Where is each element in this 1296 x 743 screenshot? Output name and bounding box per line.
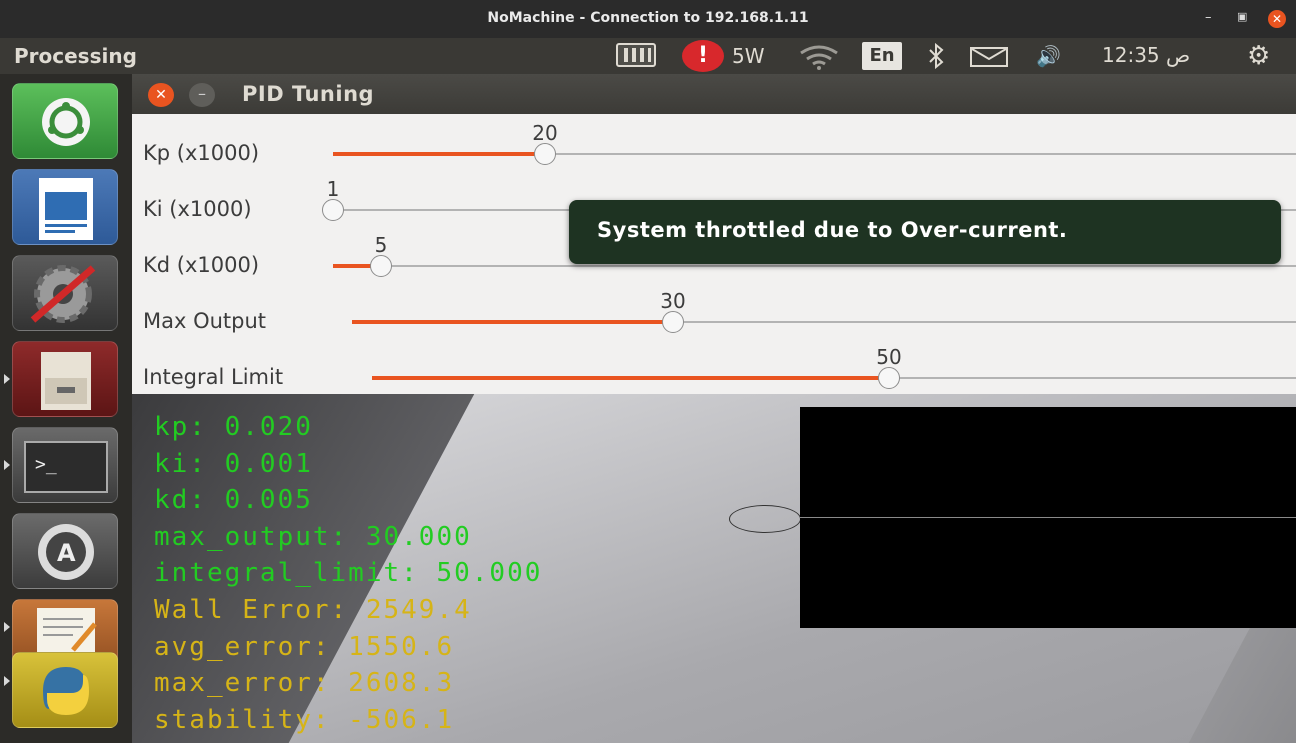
telemetry-error-line: stability: -506.1 <box>154 705 455 735</box>
power-gear-icon[interactable]: ⚙ <box>1247 41 1270 71</box>
svg-text:>_: >_ <box>35 454 57 475</box>
nomachine-titlebar: NoMachine - Connection to 192.168.1.11 –… <box>0 0 1296 38</box>
pid-window-title: PID Tuning <box>242 82 375 106</box>
clock[interactable]: 12:35 ص <box>1102 43 1190 67</box>
nomachine-title: NoMachine - Connection to 192.168.1.11 <box>487 10 809 26</box>
maximize-window-button[interactable]: ▣ <box>1237 10 1247 23</box>
top-panel: Processing ! 5W En 🔊 12:35 ص ⚙ <box>0 38 1296 74</box>
telemetry-error-line: avg_error: 1550.6 <box>154 632 455 662</box>
terminal-icon[interactable]: >_ <box>12 427 118 503</box>
notification-bubble: System throttled due to Over-current. <box>569 200 1281 264</box>
mail-icon[interactable] <box>970 47 1008 67</box>
telemetry-param-line: ki: 0.001 <box>154 449 313 479</box>
svg-text:A: A <box>57 539 76 567</box>
slider-label: Ki (x1000) <box>143 197 252 221</box>
slider-handle[interactable] <box>662 311 684 333</box>
telemetry-error-line: Wall Error: 2549.4 <box>154 595 472 625</box>
slider-label: Kd (x1000) <box>143 253 260 277</box>
telemetry-error-line: max_error: 2608.3 <box>154 668 455 698</box>
floor-marker <box>729 505 801 533</box>
system-settings-icon[interactable] <box>12 255 118 331</box>
active-app-name: Processing <box>14 44 137 68</box>
slider-handle[interactable] <box>322 199 344 221</box>
volume-icon[interactable]: 🔊 <box>1036 44 1061 68</box>
slider-track[interactable]: 20 <box>333 121 1296 165</box>
slider-value: 1 <box>326 177 340 201</box>
power-usage-label: 5W <box>732 44 765 68</box>
slider-value: 30 <box>660 289 686 313</box>
plot-panel <box>800 407 1296 628</box>
notification-text: System throttled due to Over-current. <box>597 218 1068 242</box>
python-icon[interactable] <box>12 652 118 728</box>
slider-label: Kp (x1000) <box>143 141 260 165</box>
slider-value: 50 <box>876 345 902 369</box>
slider-handle[interactable] <box>534 143 556 165</box>
nomachine-icon[interactable] <box>616 43 656 67</box>
slider-handle[interactable] <box>878 367 900 389</box>
slider-label: Max Output <box>143 309 267 333</box>
minimize-window-button[interactable]: – <box>1205 10 1212 25</box>
telemetry-param-line: kd: 0.005 <box>154 485 313 515</box>
pid-close-button[interactable]: ✕ <box>148 83 174 107</box>
launcher: >_ A <box>0 74 132 743</box>
telemetry-param-line: integral_limit: 50.000 <box>154 558 543 588</box>
keyboard-layout-indicator[interactable]: En <box>862 42 902 70</box>
pid-window-titlebar: ✕ – PID Tuning <box>132 74 1296 114</box>
ubuntu-dash-icon[interactable] <box>12 83 118 159</box>
wifi-icon[interactable] <box>798 44 840 70</box>
bluetooth-icon[interactable] <box>925 42 947 70</box>
slider-fill <box>352 320 673 324</box>
slider-fill <box>372 376 889 380</box>
alert-icon[interactable]: ! <box>682 40 724 72</box>
slider-handle[interactable] <box>370 255 392 277</box>
slider-value: 5 <box>374 233 388 257</box>
close-window-button[interactable]: ✕ <box>1268 10 1286 28</box>
slider-fill <box>333 152 545 156</box>
telemetry-param-line: kp: 0.020 <box>154 412 313 442</box>
slider-label: Integral Limit <box>143 365 284 389</box>
slider-track[interactable]: 30 <box>352 289 1296 333</box>
camera-feed: kp: 0.020 ki: 0.001 kd: 0.005 max_output: 3… <box>132 392 1296 743</box>
software-updater-icon[interactable]: A <box>12 513 118 589</box>
telemetry-param-line: max_output: 30.000 <box>154 522 472 552</box>
pid-minimize-button[interactable]: – <box>189 83 215 107</box>
file-cabinet-icon[interactable] <box>12 341 118 417</box>
slider-value: 20 <box>532 121 558 145</box>
slider-track[interactable]: 5 <box>333 233 1296 277</box>
libreoffice-impress-icon[interactable] <box>12 169 118 245</box>
slider-track[interactable]: 50 <box>372 345 1296 389</box>
